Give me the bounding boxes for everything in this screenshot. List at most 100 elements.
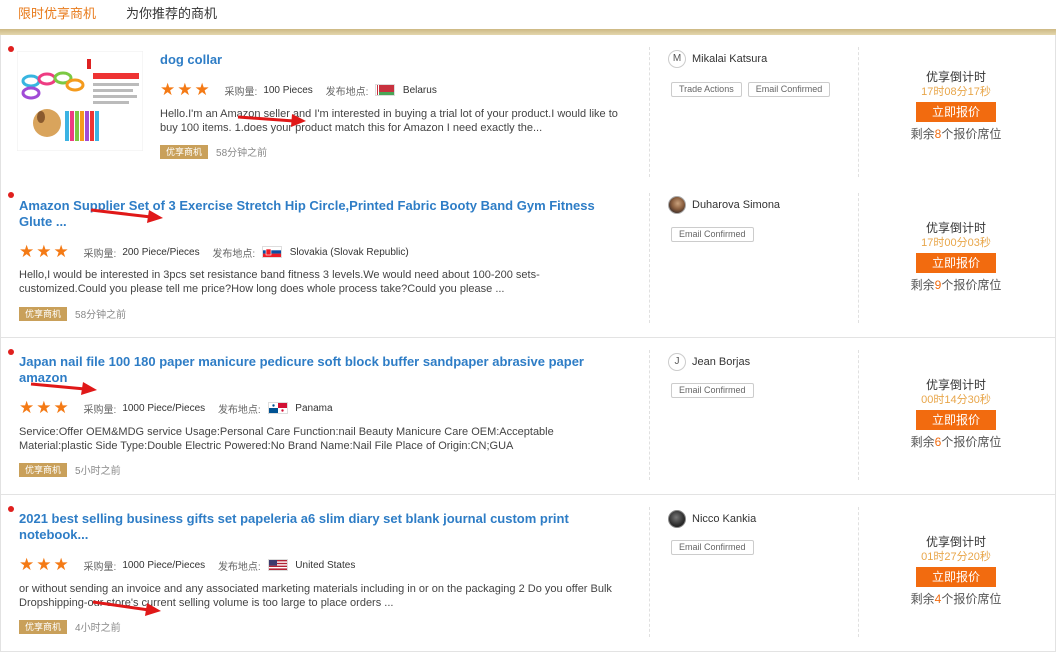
listing-row: dog collar ★ ★ ★ 采购量: 100 Pieces 发布地点: Bela… <box>0 35 1056 192</box>
listing-meta: ★ ★ ★ 采购量: 1000 Piece/Pieces 发布地点: United S… <box>19 555 355 574</box>
red-arrow-annotation <box>237 114 306 127</box>
location-label: 发布地点: <box>217 404 261 416</box>
remaining-seats: 剩余6个报价席位 <box>901 434 1011 450</box>
star-icon: ★ <box>53 555 69 574</box>
purchase-quantity: 1000 Piece/Pieces <box>122 402 206 414</box>
premium-badge: 优享商机 <box>19 306 68 321</box>
quote-now-button[interactable]: 立即报价 <box>916 567 996 587</box>
column-divider <box>858 47 859 177</box>
buyer-badges: Email Confirmed <box>671 380 760 398</box>
listing-tags: 优享商机 58分钟之前 <box>160 144 267 159</box>
posted-time: 58分钟之前 <box>75 310 127 321</box>
listing-title[interactable]: dog collar <box>160 52 620 68</box>
email-confirmed-chip: Email Confirmed <box>671 227 754 242</box>
unread-dot <box>8 506 14 512</box>
buyer-name[interactable]: Jean Borjas <box>692 356 750 368</box>
listing-title[interactable]: Japan nail file 100 180 paper manicure p… <box>19 354 619 386</box>
star-icon: ★ <box>19 242 35 261</box>
country-name: Slovakia (Slovak Republic) <box>289 246 409 258</box>
email-confirmed-chip: Email Confirmed <box>671 383 754 398</box>
premium-badge: 优享商机 <box>19 619 68 634</box>
unread-dot <box>8 46 14 52</box>
quote-panel: 优享倒计时 00时14分30秒 立即报价 剩余6个报价席位 <box>901 377 1011 450</box>
buyer-badges: Trade Actions Email Confirmed <box>671 79 836 97</box>
quote-now-button[interactable]: 立即报价 <box>916 253 996 273</box>
premium-badge: 优享商机 <box>160 144 209 159</box>
buyer-avatar <box>668 196 686 214</box>
location-label: 发布地点: <box>212 248 256 260</box>
listing-title[interactable]: 2021 best selling business gifts set pap… <box>19 511 619 543</box>
buyer-info: J Jean Borjas <box>668 353 750 373</box>
remaining-prefix: 剩余 <box>910 592 935 606</box>
buyer-info: Duharova Simona <box>668 196 780 216</box>
remaining-suffix: 个报价席位 <box>941 278 1002 292</box>
listing-row: Amazon Supplier Set of 3 Exercise Stretc… <box>0 181 1056 338</box>
location-label: 发布地点: <box>217 561 261 573</box>
star-icon: ★ <box>194 80 210 99</box>
remaining-seats: 剩余9个报价席位 <box>901 277 1011 293</box>
star-icon: ★ <box>36 242 52 261</box>
buyer-name[interactable]: Duharova Simona <box>692 199 780 211</box>
quote-now-button[interactable]: 立即报价 <box>916 410 996 430</box>
quote-now-button[interactable]: 立即报价 <box>916 102 996 122</box>
column-divider <box>649 47 650 177</box>
listing-meta: ★ ★ ★ 采购量: 100 Pieces 发布地点: Belarus <box>160 80 437 99</box>
quote-panel: 优享倒计时 01时27分20秒 立即报价 剩余4个报价席位 <box>901 534 1011 607</box>
quote-panel: 优享倒计时 17时08分17秒 立即报价 剩余8个报价席位 <box>901 69 1011 142</box>
buyer-badges: Email Confirmed <box>671 537 760 555</box>
purchase-label: 采购量: <box>83 561 117 573</box>
purchase-label: 采购量: <box>83 404 117 416</box>
listing-row: 2021 best selling business gifts set pap… <box>0 495 1056 652</box>
remaining-prefix: 剩余 <box>910 435 935 449</box>
purchase-label: 采购量: <box>224 86 258 98</box>
star-icon: ★ <box>160 80 176 99</box>
listing-description: Hello,I would be interested in 3pcs set … <box>19 269 540 295</box>
listing-meta: ★ ★ ★ 采购量: 1000 Piece/Pieces 发布地点: Panama <box>19 398 333 417</box>
countdown-timer: 01时27分20秒 <box>921 551 991 563</box>
column-divider <box>649 507 650 637</box>
star-icon: ★ <box>19 555 35 574</box>
remaining-suffix: 个报价席位 <box>941 435 1002 449</box>
countdown-timer: 00时14分30秒 <box>921 394 991 406</box>
buyer-avatar: M <box>668 50 686 68</box>
star-icon: ★ <box>177 80 193 99</box>
tab-recommended[interactable]: 为你推荐的商机 <box>126 3 217 22</box>
buyer-name[interactable]: Nicco Kankia <box>692 513 756 525</box>
unread-dot <box>8 349 14 355</box>
purchase-quantity: 100 Pieces <box>263 84 313 96</box>
remaining-prefix: 剩余 <box>910 278 935 292</box>
remaining-prefix: 剩余 <box>910 127 935 141</box>
remaining-seats: 剩余4个报价席位 <box>901 591 1011 607</box>
listing-row: Japan nail file 100 180 paper manicure p… <box>0 338 1056 495</box>
opportunity-tabs: 限时优享商机 为你推荐的商机 <box>0 0 1056 30</box>
red-arrow-annotation <box>30 382 97 395</box>
star-icon: ★ <box>36 398 52 417</box>
quote-panel: 优享倒计时 17时00分03秒 立即报价 剩余9个报价席位 <box>901 220 1011 293</box>
remaining-suffix: 个报价席位 <box>941 592 1002 606</box>
location-label: 发布地点: <box>325 86 369 98</box>
posted-time: 5小时之前 <box>75 466 121 477</box>
purchase-label: 采购量: <box>83 248 117 260</box>
listing-tags: 优享商机 58分钟之前 <box>19 306 127 321</box>
column-divider <box>858 193 859 323</box>
product-thumbnail[interactable] <box>17 51 143 151</box>
listing-tags: 优享商机 4小时之前 <box>19 619 121 634</box>
column-divider <box>858 350 859 480</box>
red-arrow-annotation <box>92 600 161 616</box>
buyer-name[interactable]: Mikalai Katsura <box>692 53 767 65</box>
purchase-quantity: 1000 Piece/Pieces <box>122 559 206 571</box>
buyer-avatar <box>668 510 686 528</box>
remaining-seats: 剩余8个报价席位 <box>901 126 1011 142</box>
remaining-suffix: 个报价席位 <box>941 127 1002 141</box>
countdown-label: 优享倒计时 <box>925 70 986 84</box>
listing-description: Service:Offer OEM&MDG service Usage:Pers… <box>19 426 554 452</box>
column-divider <box>649 350 650 480</box>
unread-dot <box>8 192 14 198</box>
countdown-timer: 17时08分17秒 <box>921 86 991 98</box>
premium-badge: 优享商机 <box>19 462 68 477</box>
tab-limited-premium[interactable]: 限时优享商机 <box>18 3 96 22</box>
purchase-quantity: 200 Piece/Pieces <box>122 246 200 258</box>
country-name: Belarus <box>402 84 437 96</box>
star-icon: ★ <box>53 242 69 261</box>
email-confirmed-chip: Email Confirmed <box>671 540 754 555</box>
